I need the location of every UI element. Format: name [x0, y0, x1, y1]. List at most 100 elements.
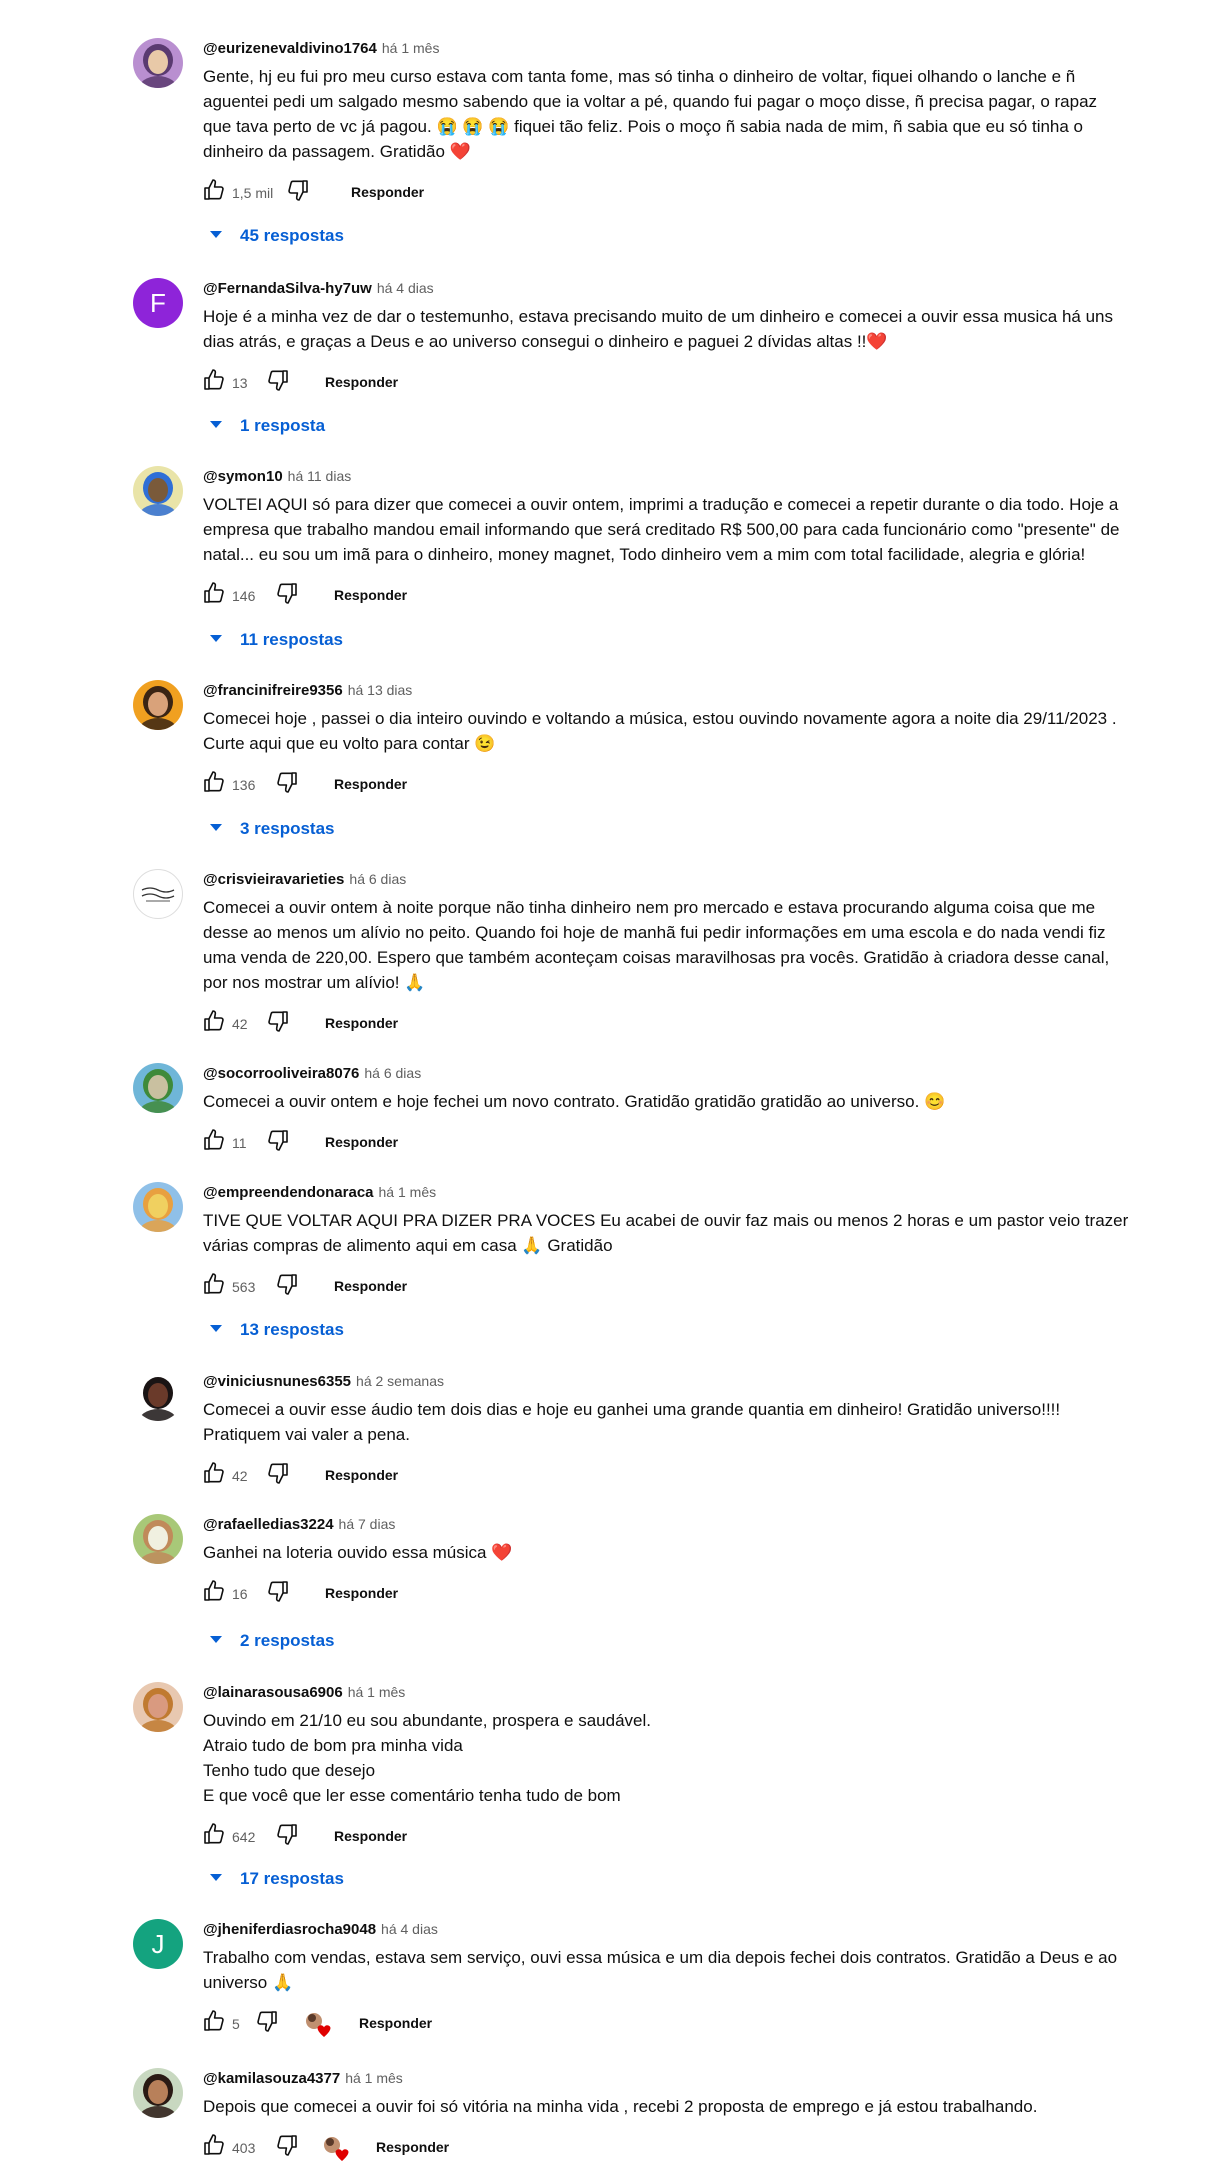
view-replies-button[interactable]: 45 respostas	[210, 226, 344, 248]
comment-time[interactable]: há 1 mês	[345, 2070, 403, 2086]
comment-header: @crisvieiravarieties há 6 dias	[203, 870, 406, 889]
thumbs-up-icon	[202, 2009, 226, 2038]
thumbs-down-icon	[266, 1461, 290, 1490]
like-count: 42	[232, 1468, 248, 1484]
dislike-button[interactable]	[253, 2009, 281, 2037]
comment-time[interactable]: há 7 dias	[339, 1516, 396, 1532]
replies-count: 2 respostas	[240, 1631, 335, 1650]
like-button[interactable]	[200, 2133, 228, 2161]
like-button[interactable]	[200, 1461, 228, 1489]
avatar[interactable]	[133, 1063, 183, 1113]
comment-time[interactable]: há 1 mês	[379, 1184, 437, 1200]
author-name[interactable]: @viniciusnunes6355	[203, 1373, 351, 1390]
dislike-button[interactable]	[264, 1009, 292, 1037]
reply-button[interactable]: Responder	[325, 1134, 398, 1150]
like-button[interactable]	[200, 1822, 228, 1850]
like-button[interactable]	[200, 770, 228, 798]
caret-down-icon	[210, 1874, 222, 1882]
dislike-button[interactable]	[264, 1128, 292, 1156]
thumbs-up-icon	[202, 368, 226, 397]
reply-button[interactable]: Responder	[325, 1015, 398, 1031]
author-name[interactable]: @symon10	[203, 468, 283, 485]
replies-count: 45 respostas	[240, 226, 344, 245]
comment-time[interactable]: há 11 dias	[288, 468, 352, 484]
replies-count: 11 respostas	[240, 630, 344, 649]
avatar[interactable]	[133, 1682, 183, 1732]
like-button[interactable]	[200, 581, 228, 609]
reply-button[interactable]: Responder	[325, 374, 398, 390]
author-name[interactable]: @empreendendonaraca	[203, 1184, 374, 1201]
like-button[interactable]	[200, 1128, 228, 1156]
comment-toolbar: 403 Responder	[200, 2133, 900, 2165]
author-name[interactable]: @FernandaSilva-hy7uw	[203, 280, 372, 297]
avatar[interactable]	[133, 38, 183, 88]
like-button[interactable]	[200, 2009, 228, 2037]
replies-count: 1 resposta	[240, 416, 326, 435]
author-name[interactable]: @eurizenevaldivino1764	[203, 40, 377, 57]
author-name[interactable]: @rafaelledias3224	[203, 1516, 334, 1533]
author-name[interactable]: @socorrooliveira8076	[203, 1065, 359, 1082]
dislike-button[interactable]	[273, 581, 301, 609]
avatar[interactable]	[133, 1182, 183, 1232]
dislike-button[interactable]	[273, 2133, 301, 2161]
comment-time[interactable]: há 4 dias	[381, 1921, 438, 1937]
reply-button[interactable]: Responder	[376, 2139, 449, 2155]
comment-time[interactable]: há 2 semanas	[356, 1373, 444, 1389]
author-name[interactable]: @lainarasousa6906	[203, 1684, 343, 1701]
avatar[interactable]	[133, 1371, 183, 1421]
comment-header: @symon10 há 11 dias	[203, 467, 351, 486]
like-button[interactable]	[200, 368, 228, 396]
like-count: 1,5 mil	[232, 185, 274, 201]
comment-time[interactable]: há 1 mês	[348, 1684, 406, 1700]
reply-button[interactable]: Responder	[334, 587, 407, 603]
view-replies-button[interactable]: 17 respostas	[210, 1869, 344, 1891]
like-button[interactable]	[200, 1009, 228, 1037]
view-replies-button[interactable]: 2 respostas	[210, 1631, 335, 1653]
author-name[interactable]: @crisvieiravarieties	[203, 871, 344, 888]
reply-button[interactable]: Responder	[325, 1467, 398, 1483]
reply-button[interactable]: Responder	[334, 1278, 407, 1294]
avatar[interactable]: F	[133, 278, 183, 328]
view-replies-button[interactable]: 3 respostas	[210, 819, 335, 841]
comment-time[interactable]: há 6 dias	[364, 1065, 421, 1081]
caret-down-icon	[210, 824, 222, 832]
view-replies-button[interactable]: 1 resposta	[210, 416, 325, 438]
avatar[interactable]	[133, 869, 183, 919]
caret-down-icon	[210, 635, 222, 643]
comment-time[interactable]: há 1 mês	[382, 40, 440, 56]
comment-toolbar: 16 Responder	[200, 1579, 900, 1611]
dislike-button[interactable]	[273, 1272, 301, 1300]
dislike-button[interactable]	[273, 770, 301, 798]
author-name[interactable]: @kamilasouza4377	[203, 2070, 340, 2087]
reply-button[interactable]: Responder	[359, 2015, 432, 2031]
dislike-button[interactable]	[264, 1461, 292, 1489]
comment-time[interactable]: há 13 dias	[348, 682, 413, 698]
view-replies-button[interactable]: 11 respostas	[210, 630, 343, 652]
reply-button[interactable]: Responder	[334, 1828, 407, 1844]
avatar[interactable]	[133, 1514, 183, 1564]
view-replies-button[interactable]: 13 respostas	[210, 1320, 344, 1342]
reply-button[interactable]: Responder	[334, 776, 407, 792]
thumbs-up-icon	[202, 1461, 226, 1490]
reply-button[interactable]: Responder	[351, 184, 424, 200]
like-count: 16	[232, 1586, 248, 1602]
author-name[interactable]: @francinifreire9356	[203, 682, 343, 699]
replies-count: 17 respostas	[240, 1869, 344, 1888]
avatar[interactable]	[133, 466, 183, 516]
like-button[interactable]	[200, 1272, 228, 1300]
avatar[interactable]: J	[133, 1919, 183, 1969]
dislike-button[interactable]	[264, 368, 292, 396]
like-button[interactable]	[200, 1579, 228, 1607]
comment-time[interactable]: há 6 dias	[349, 871, 406, 887]
dislike-button[interactable]	[264, 1579, 292, 1607]
like-count: 642	[232, 1829, 256, 1845]
reply-button[interactable]: Responder	[325, 1585, 398, 1601]
comment-time[interactable]: há 4 dias	[377, 280, 434, 296]
dislike-button[interactable]	[284, 178, 312, 206]
dislike-button[interactable]	[273, 1822, 301, 1850]
like-button[interactable]	[200, 178, 228, 206]
comment-toolbar: 42 Responder	[200, 1461, 900, 1493]
author-name[interactable]: @jheniferdiasrocha9048	[203, 1921, 376, 1938]
avatar[interactable]	[133, 2068, 183, 2118]
avatar[interactable]	[133, 680, 183, 730]
